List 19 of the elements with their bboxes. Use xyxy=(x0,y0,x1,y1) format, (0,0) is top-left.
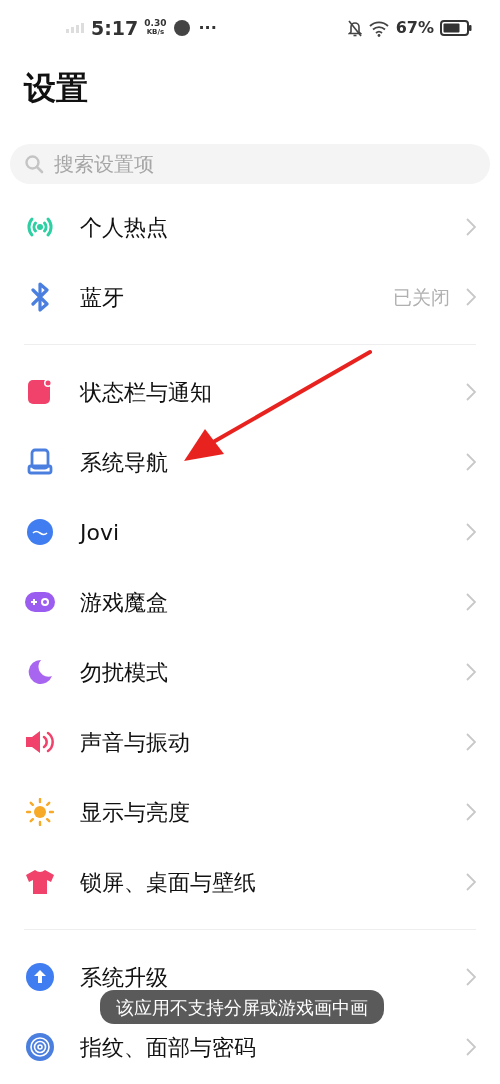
item-label: 系统导航 xyxy=(80,448,168,477)
item-value: 已关闭 xyxy=(393,284,450,310)
item-label: 显示与亮度 xyxy=(80,798,190,827)
network-speed: 0.30 xyxy=(144,19,167,28)
item-label: 勿扰模式 xyxy=(80,658,168,687)
item-label: 个人热点 xyxy=(80,213,168,242)
item-label: 蓝牙 xyxy=(80,283,124,312)
page-title: 设置 xyxy=(24,68,88,108)
more-notifications: ··· xyxy=(198,17,217,39)
split-screen-toast: 该应用不支持分屏或游戏画中画 xyxy=(100,990,384,1024)
item-label: Jovi xyxy=(80,518,120,547)
item-label: 系统升级 xyxy=(80,963,168,992)
item-label: 锁屏、桌面与壁纸 xyxy=(80,868,256,897)
item-label: 声音与振动 xyxy=(80,728,190,757)
battery-percent: 67% xyxy=(395,17,434,39)
item-label: 状态栏与通知 xyxy=(80,378,212,407)
item-label: 指纹、面部与密码 xyxy=(80,1033,256,1062)
item-label: 游戏魔盒 xyxy=(80,588,168,617)
clock-time: 5:17 xyxy=(91,15,139,41)
